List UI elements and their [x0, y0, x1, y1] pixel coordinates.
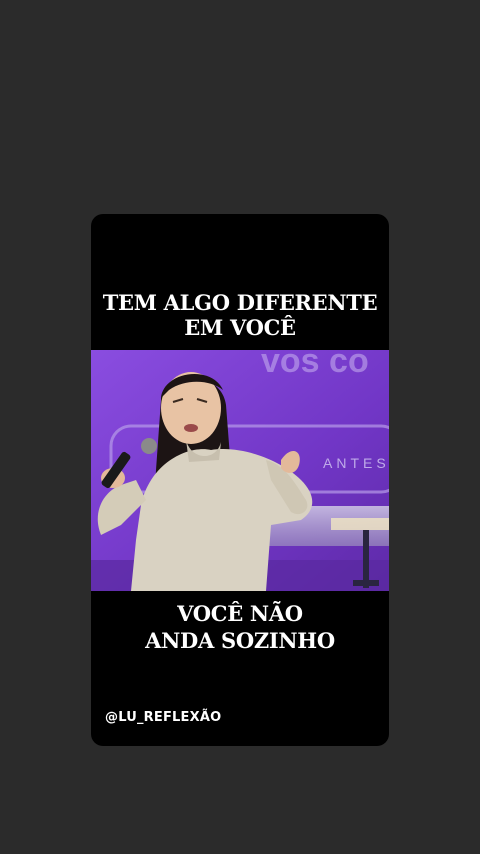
story-screen: TEM ALGO DIFERENTE EM VOCÊ vos co ANTES … — [0, 0, 480, 854]
caption-top-line-2: EM VOCÊ — [184, 315, 296, 340]
account-handle-sticker[interactable]: @LU_REFLEXÃO — [105, 710, 221, 725]
video-frame[interactable]: vos co ANTES — [91, 350, 389, 591]
caption-bottom-line-2: ANDA SOZINHO — [145, 628, 335, 653]
backdrop-letters: vos co — [261, 350, 369, 380]
caption-top: TEM ALGO DIFERENTE EM VOCÊ — [91, 290, 389, 340]
account-handle: @LU_REFLEXÃO — [105, 710, 222, 725]
wall-screen-text: ANTES — [323, 455, 389, 471]
video-scene: vos co ANTES — [91, 350, 389, 591]
story-card[interactable]: TEM ALGO DIFERENTE EM VOCÊ vos co ANTES … — [91, 214, 389, 746]
caption-bottom: VOCÊ NÃO ANDA SOZINHO — [91, 600, 389, 654]
caption-top-line-1: TEM ALGO DIFERENTE — [102, 290, 378, 315]
caption-bottom-line-1: VOCÊ NÃO — [177, 601, 303, 626]
